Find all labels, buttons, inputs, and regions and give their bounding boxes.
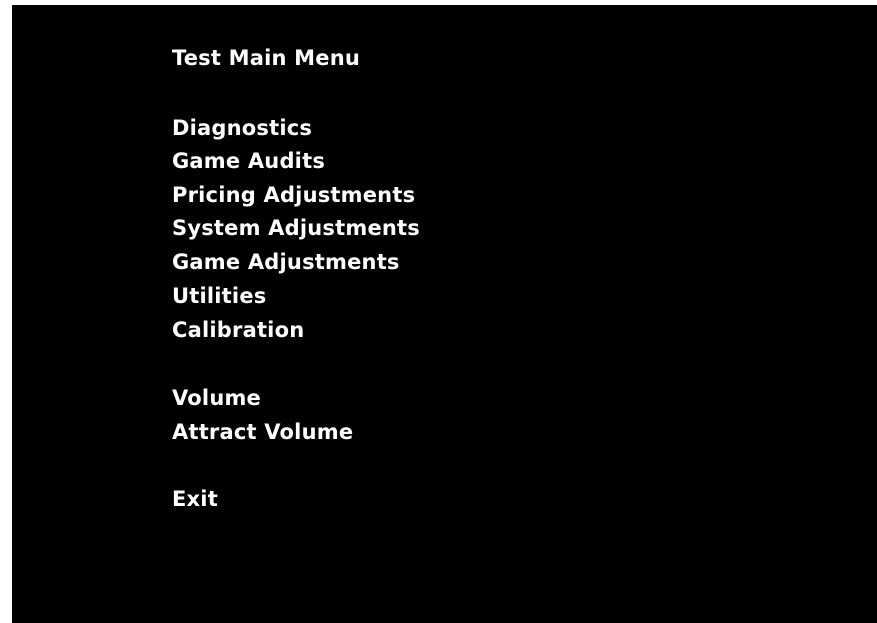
menu-item-pricing-adjustments[interactable]: Pricing Adjustments — [172, 182, 415, 208]
menu-item-diagnostics[interactable]: Diagnostics — [172, 115, 312, 141]
menu-item-calibration[interactable]: Calibration — [172, 317, 304, 343]
menu-item-exit[interactable]: Exit — [172, 486, 218, 512]
test-menu-screen: Test Main Menu Diagnostics Game Audits P… — [12, 5, 877, 623]
menu-item-utilities[interactable]: Utilities — [172, 283, 266, 309]
menu-item-game-audits[interactable]: Game Audits — [172, 148, 325, 174]
menu-item-volume[interactable]: Volume — [172, 385, 261, 411]
menu-item-system-adjustments[interactable]: System Adjustments — [172, 215, 420, 241]
menu-title: Test Main Menu — [172, 46, 360, 70]
menu-item-game-adjustments[interactable]: Game Adjustments — [172, 249, 400, 275]
menu-item-attract-volume[interactable]: Attract Volume — [172, 419, 353, 445]
